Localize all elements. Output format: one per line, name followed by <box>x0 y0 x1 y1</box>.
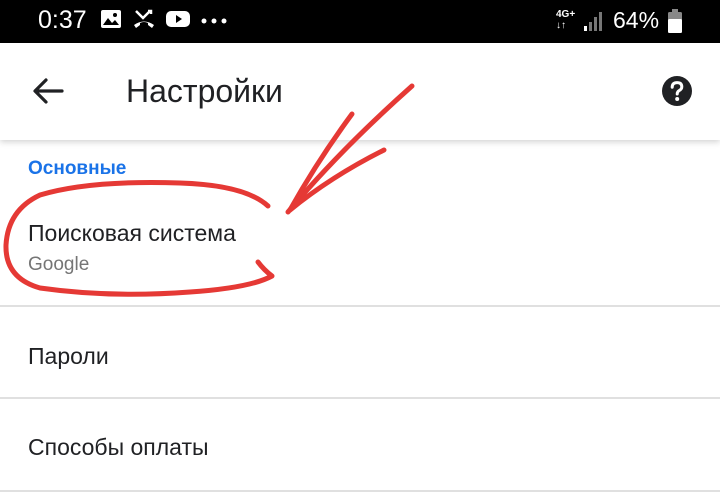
help-icon <box>662 76 692 106</box>
status-time: 0:37 <box>38 6 87 34</box>
battery-percent: 64% <box>613 7 660 33</box>
more-dots-icon <box>200 12 228 30</box>
network-type: 4G+ ↓↑ <box>556 9 576 31</box>
settings-item-title: Способы оплаты <box>28 434 209 460</box>
section-header-basics: Основные <box>28 158 127 179</box>
help-button[interactable] <box>660 74 694 108</box>
youtube-icon <box>166 10 190 33</box>
divider <box>0 490 720 492</box>
settings-item-passwords[interactable]: Пароли <box>0 307 720 397</box>
signal-icon <box>583 10 605 37</box>
image-icon <box>100 9 122 34</box>
settings-item-payment-methods[interactable]: Способы оплаты <box>0 399 720 491</box>
settings-item-subtitle: Google <box>28 254 90 275</box>
settings-item-title: Поисковая система <box>28 220 236 246</box>
arrow-back-icon <box>33 78 64 104</box>
settings-item-search-engine[interactable]: Поисковая система Google <box>0 202 720 306</box>
app-bar: Настройки <box>0 43 720 140</box>
page-title: Настройки <box>126 73 283 109</box>
status-bar: 0:37 4G+ ↓↑ 64% <box>0 0 720 43</box>
back-button[interactable] <box>28 71 68 111</box>
battery-icon <box>668 9 682 38</box>
notification-icons <box>100 9 238 33</box>
missed-call-icon <box>132 8 156 35</box>
settings-list: Основные Поисковая система Google Пароли… <box>0 140 720 496</box>
settings-item-title: Пароли <box>28 343 109 369</box>
